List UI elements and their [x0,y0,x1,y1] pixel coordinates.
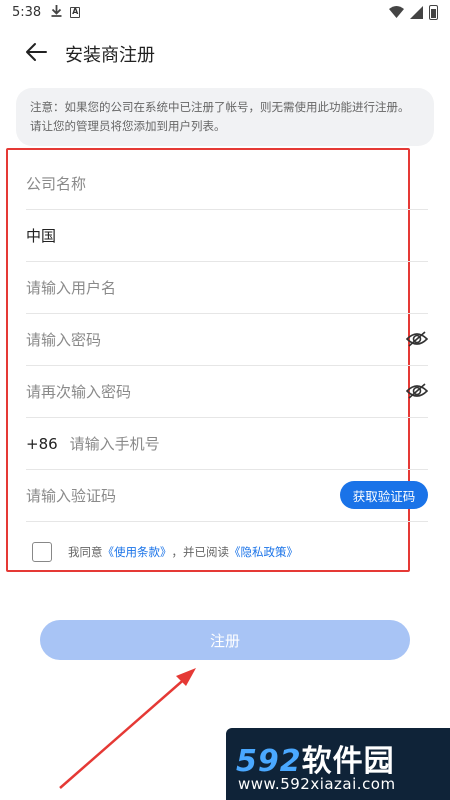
page-title: 安装商注册 [65,45,155,66]
password-field-row [26,314,428,366]
battery-icon [429,4,438,20]
status-indicators [389,4,438,20]
status-time: 5:38 [12,4,42,20]
register-button[interactable]: 注册 [40,620,410,660]
password-input[interactable] [26,330,428,349]
phone-field-row: +86 [26,418,428,470]
agreement-row: 我同意 《使用条款》 ，并已阅读 《隐私政策》 [32,542,298,562]
password-confirm-input[interactable] [26,382,428,401]
country-field-row[interactable]: 中国 [26,210,428,262]
eye-off-icon[interactable] [406,330,428,348]
agree-middle-text: ，并已阅读 [171,545,230,559]
signal-icon [410,5,423,19]
app-notification-icon: A [70,6,81,18]
verification-code-input[interactable] [26,486,276,505]
get-code-button[interactable]: 获取验证码 [340,481,428,509]
watermark-logo: 592软件园 www.592xiazai.com [226,728,450,800]
company-name-input[interactable] [26,174,428,193]
status-bar: 5:38 A [0,0,450,24]
country-code-prefix[interactable]: +86 [26,435,58,453]
notice-banner: 注意：如果您的公司在系统中已注册了帐号，则无需使用此功能进行注册。请让您的管理员… [16,88,434,146]
download-icon [51,4,62,20]
privacy-link[interactable]: 《隐私政策》 [229,544,298,560]
company-field-row [26,158,428,210]
wifi-icon [389,6,404,18]
arrow-left-icon[interactable] [24,40,48,64]
agree-prefix-text: 我同意 [68,545,103,559]
country-value: 中国 [26,227,57,245]
terms-link[interactable]: 《使用条款》 [103,544,172,560]
username-input[interactable] [26,278,428,297]
app-header: 安装商注册 [0,30,450,76]
agree-checkbox[interactable] [32,542,52,562]
username-field-row [26,262,428,314]
watermark-url: www.592xiazai.com [238,775,396,793]
code-field-row: 获取验证码 [26,470,428,522]
eye-off-icon[interactable] [406,382,428,400]
phone-input[interactable] [69,434,428,453]
registration-form: 中国 +86 获取验证码 我同意 《使用条款》 ，并已阅读 《隐私政策》 [6,148,428,572]
watermark-brand: 592软件园 [236,744,395,779]
password-confirm-field-row [26,366,428,418]
